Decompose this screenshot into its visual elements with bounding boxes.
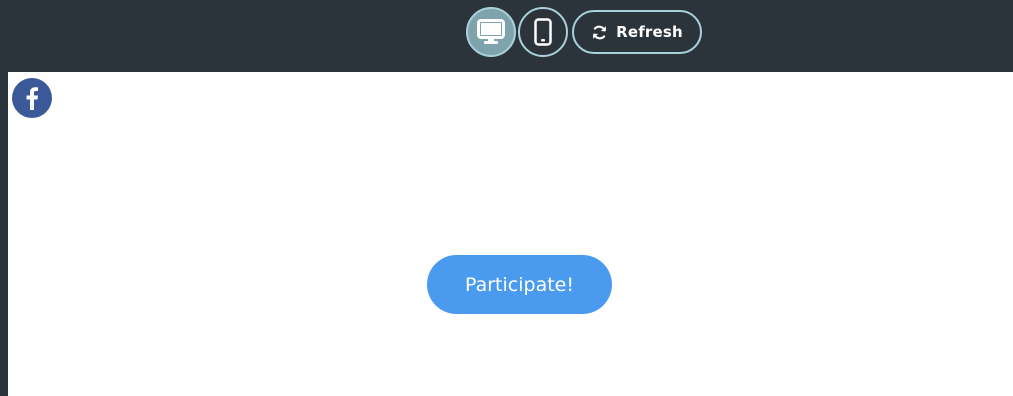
refresh-button[interactable]: Refresh bbox=[572, 10, 702, 54]
desktop-view-button[interactable] bbox=[466, 7, 516, 57]
desktop-monitor-icon bbox=[477, 19, 505, 44]
mobile-phone-icon bbox=[534, 18, 552, 46]
facebook-icon bbox=[26, 87, 38, 110]
view-switcher: Refresh bbox=[466, 7, 702, 57]
mobile-view-button[interactable] bbox=[518, 7, 568, 57]
facebook-share-button[interactable] bbox=[12, 78, 52, 118]
preview-canvas: Participate! bbox=[8, 72, 1013, 396]
top-toolbar: Refresh bbox=[0, 0, 1013, 72]
refresh-arrows-icon bbox=[593, 25, 606, 39]
participate-button[interactable]: Participate! bbox=[427, 255, 612, 314]
refresh-label: Refresh bbox=[616, 23, 683, 41]
